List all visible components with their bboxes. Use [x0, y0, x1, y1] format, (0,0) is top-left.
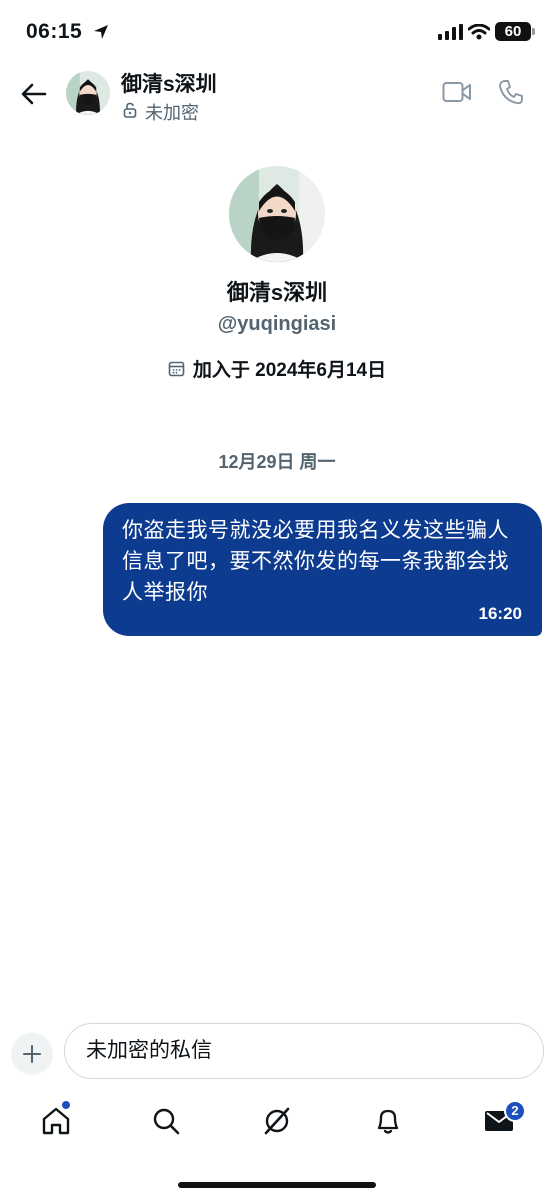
video-call-button[interactable]: [442, 80, 472, 109]
profile-avatar[interactable]: [229, 166, 325, 262]
status-time: 06:15: [26, 20, 83, 43]
bell-icon: [377, 1109, 399, 1134]
home-notification-dot: [62, 1101, 70, 1109]
home-indicator: [178, 1182, 376, 1188]
grok-icon: [264, 1107, 290, 1135]
conversation-title[interactable]: 御清s深圳: [121, 68, 217, 98]
arrow-left-icon: [21, 83, 47, 105]
search-icon: [153, 1108, 180, 1135]
date-separator: 12月29日 周一: [218, 452, 336, 472]
message-bubble[interactable]: 你盗走我号就没必要用我名义发这些骗人信息了吧，要不然你发的每一条我都会找人举报你…: [103, 503, 542, 636]
add-attachment-button[interactable]: [11, 1033, 53, 1075]
nav-home[interactable]: [38, 1103, 74, 1139]
profile-name: 御清s深圳: [226, 280, 328, 305]
message-input[interactable]: [64, 1023, 544, 1079]
nav-search[interactable]: [148, 1103, 184, 1139]
nav-grok[interactable]: [259, 1103, 295, 1139]
profile-handle: @yuqingiasi: [217, 313, 337, 335]
phone-icon: [499, 80, 523, 105]
home-icon: [42, 1107, 70, 1135]
profile-photo: [229, 166, 325, 262]
battery-indicator: 60: [495, 22, 535, 41]
back-button[interactable]: [18, 78, 50, 110]
plus-icon: [23, 1045, 41, 1063]
avatar[interactable]: [66, 71, 110, 115]
calendar-icon: [168, 361, 185, 377]
cellular-signal-icon: [438, 24, 463, 40]
message-text: 你盗走我号就没必要用我名义发这些骗人信息了吧，要不然你发的每一条我都会找人举报你: [122, 519, 509, 604]
avatar-image: [66, 71, 110, 115]
message-time: 16:20: [478, 604, 522, 623]
nav-notifications[interactable]: [370, 1103, 406, 1139]
messages-badge: 2: [504, 1100, 526, 1122]
voice-call-button[interactable]: [497, 78, 525, 111]
wifi-icon: [468, 24, 490, 40]
location-arrow-icon: [94, 25, 108, 39]
unlock-icon: [123, 102, 137, 118]
encryption-status: 未加密: [145, 103, 199, 123]
joined-date: 加入于 2024年6月14日: [192, 360, 387, 381]
joined-date-row: 加入于 2024年6月14日: [0, 355, 554, 382]
video-icon: [442, 82, 471, 102]
